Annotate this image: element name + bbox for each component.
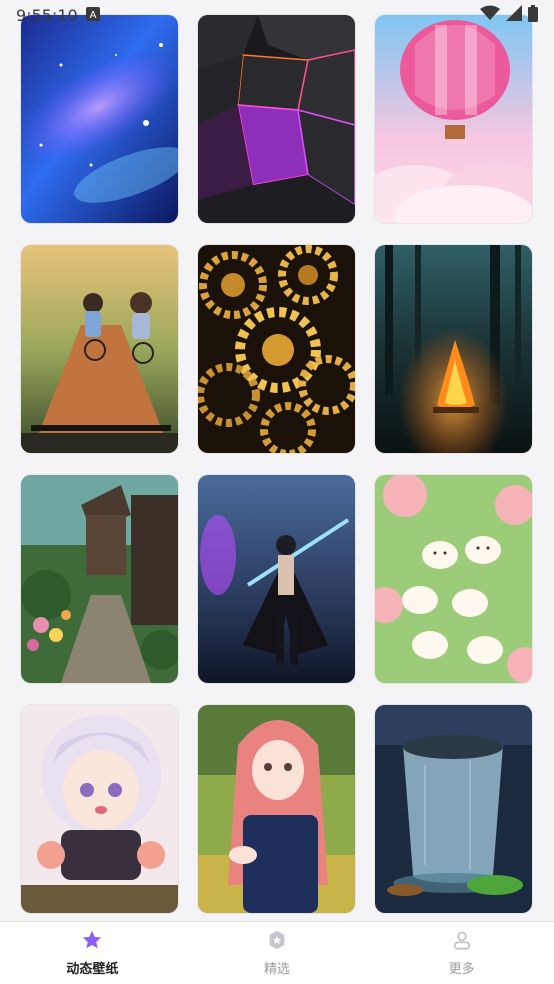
badge-icon [266, 929, 288, 955]
tab-label: 精选 [263, 962, 290, 977]
wallpaper-card[interactable] [21, 15, 178, 223]
wallpaper-card[interactable] [21, 245, 178, 453]
tab-more[interactable]: 更多 [402, 929, 522, 977]
person-icon [451, 929, 473, 955]
anime-girl-pink-hair-image [198, 705, 355, 913]
galaxy-image [21, 15, 178, 223]
status-bar: 9:55:10 A [0, 0, 554, 30]
village-path-image [21, 475, 178, 683]
wallpaper-grid [21, 15, 533, 913]
tab-label: 更多 [448, 962, 475, 977]
bottom-tab-bar: 动态壁纸 精选 更多 [0, 921, 554, 984]
glass-of-water-image [375, 705, 532, 913]
wallpaper-card[interactable] [375, 705, 532, 913]
star-icon [81, 929, 103, 955]
wallpaper-card[interactable] [198, 475, 355, 683]
wallpaper-card[interactable] [198, 705, 355, 913]
wallpaper-card[interactable] [375, 245, 532, 453]
balloon-image [375, 15, 532, 223]
wifi-icon [480, 5, 500, 25]
neon-stone-image [198, 15, 355, 223]
status-time: 9:55:10 [16, 5, 78, 25]
tab-label: 动态壁纸 [66, 962, 119, 977]
campfire-image [375, 245, 532, 453]
cell-signal-icon [506, 5, 522, 25]
swordsman-image [198, 475, 355, 683]
wallpaper-card[interactable] [21, 705, 178, 913]
chicks-image [375, 475, 532, 683]
tab-live-wallpaper[interactable]: 动态壁纸 [32, 929, 152, 977]
wallpaper-card[interactable] [198, 15, 355, 223]
wallpaper-card[interactable] [375, 15, 532, 223]
gears-image [198, 245, 355, 453]
wallpaper-card[interactable] [375, 475, 532, 683]
a-notification-icon: A [85, 6, 100, 25]
tab-featured[interactable]: 精选 [217, 929, 337, 977]
anime-girl-white-hair-image [21, 705, 178, 913]
wallpaper-card[interactable] [198, 245, 355, 453]
svg-text:A: A [89, 10, 96, 21]
battery-icon [528, 4, 538, 26]
kids-cycling-image [21, 245, 178, 453]
wallpaper-card[interactable] [21, 475, 178, 683]
